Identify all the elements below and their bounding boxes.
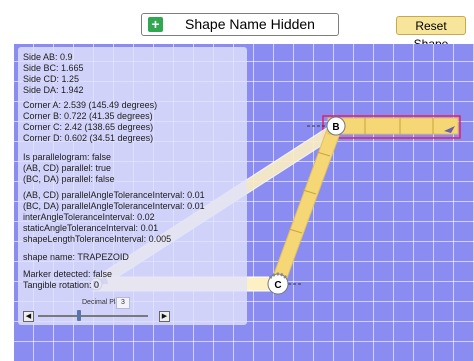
- info-bc-da-tolerance: (BC, DA) parallelAngleToleranceInterval:…: [23, 201, 205, 211]
- info-side-da: Side DA: 1.942: [23, 85, 84, 95]
- decimal-places-value: 3: [116, 297, 130, 309]
- info-inter-angle-tolerance: interAngleToleranceInterval: 0.02: [23, 212, 155, 222]
- decimal-places-slider-thumb[interactable]: [77, 310, 81, 321]
- info-corner-b: Corner B: 0.722 (41.35 degrees): [23, 111, 153, 121]
- info-tangible-rotation: Tangible rotation: 0: [23, 280, 100, 290]
- info-marker-detected: Marker detected: false: [23, 269, 113, 279]
- increase-arrow-icon[interactable]: ▶: [159, 311, 170, 322]
- info-side-cd: Side CD: 1.25: [23, 74, 80, 84]
- info-corner-d: Corner D: 0.602 (34.51 degrees): [23, 133, 154, 143]
- info-shape-name: shape name: TRAPEZOID: [23, 252, 129, 262]
- vertex-c-label: C: [274, 280, 281, 291]
- side-ab[interactable]: [327, 117, 459, 135]
- info-is-parallelogram: Is parallelogram: false: [23, 152, 112, 162]
- info-static-angle-tolerance: staticAngleToleranceInterval: 0.01: [23, 223, 159, 233]
- info-ab-cd-parallel: (AB, CD) parallel: true: [23, 163, 112, 173]
- info-corner-c: Corner C: 2.42 (138.65 degrees): [23, 122, 154, 132]
- vertex-b[interactable]: B: [326, 116, 346, 136]
- info-panel: Side AB: 0.9 Side BC: 1.665 Side CD: 1.2…: [18, 47, 247, 325]
- info-corner-a: Corner A: 2.539 (145.49 degrees): [23, 100, 158, 110]
- decimal-places-slider-track[interactable]: [38, 315, 148, 317]
- info-side-bc: Side BC: 1.665: [23, 63, 84, 73]
- vertex-c[interactable]: C: [267, 272, 289, 295]
- info-bc-da-parallel: (BC, DA) parallel: false: [23, 174, 115, 184]
- info-shape-length-tolerance: shapeLengthToleranceInterval: 0.005: [23, 234, 172, 244]
- vertex-b-label: B: [332, 122, 339, 133]
- decrease-arrow-icon[interactable]: ◀: [23, 311, 34, 322]
- info-side-ab: Side AB: 0.9: [23, 52, 73, 62]
- info-ab-cd-tolerance: (AB, CD) parallelAngleToleranceInterval:…: [23, 190, 205, 200]
